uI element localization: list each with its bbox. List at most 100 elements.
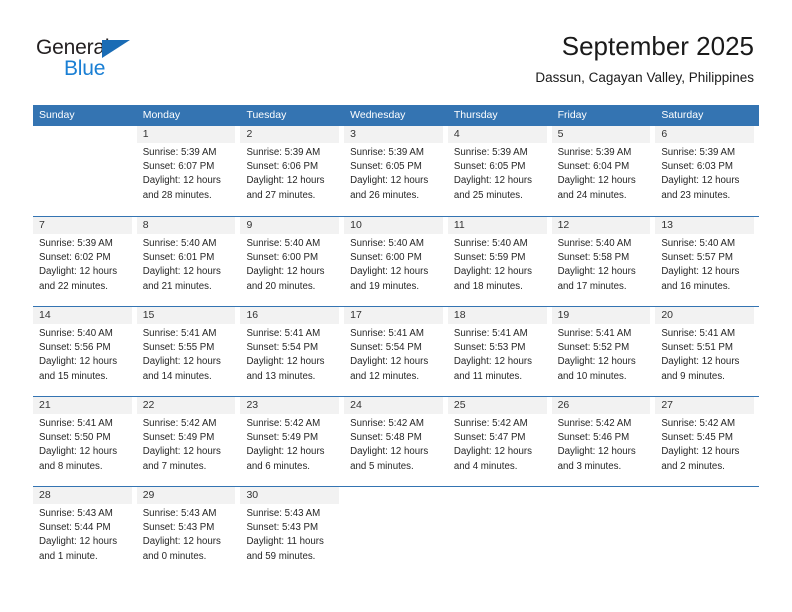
day-detail-line: Sunrise: 5:41 AM (39, 418, 113, 429)
calendar-day-cell[interactable]: 8 Sunrise: 5:40 AM Sunset: 6:01 PM Daylight… (136, 217, 241, 306)
day-number: 16 (240, 307, 340, 324)
day-detail-line: Sunrise: 5:40 AM (350, 238, 424, 249)
day-details: Sunrise: 5:40 AM Sunset: 5:59 PM Daylight:… (448, 234, 547, 294)
weekday-header-tuesday: Tuesday (246, 109, 287, 121)
day-number (33, 126, 132, 143)
day-detail-line: Sunset: 5:56 PM (39, 342, 111, 354)
day-detail-line: Sunset: 5:59 PM (453, 252, 526, 264)
day-detail-line: Daylight: 12 hours (142, 446, 221, 458)
calendar-week-row: 14 Sunrise: 5:40 AM Sunset: 5:56 PM Dayligh… (33, 306, 759, 396)
day-detail-line: Sunrise: 5:40 AM (661, 238, 736, 249)
day-details: Sunrise: 5:41 AM Sunset: 5:52 PM Daylight:… (552, 324, 651, 384)
calendar-day-cell[interactable]: 17 Sunrise: 5:41 AM Sunset: 5:54 PM Dayligh… (344, 307, 448, 396)
day-detail-line: Sunrise: 5:42 AM (350, 418, 424, 429)
calendar-day-cell[interactable]: 12 Sunrise: 5:40 AM Sunset: 5:58 PM Dayligh… (551, 217, 656, 306)
day-number: 4 (447, 126, 547, 143)
day-detail-line: Sunset: 5:44 PM (39, 522, 111, 534)
day-details: Sunrise: 5:40 AM Sunset: 6:00 PM Daylight:… (240, 234, 339, 294)
calendar-grid: Sunday Monday Tuesday Wednesday Thursday Frid… (33, 105, 759, 576)
day-detail-line: and 16 minutes. (661, 280, 731, 292)
day-details: Sunrise: 5:41 AM Sunset: 5:51 PM Daylight:… (655, 324, 754, 384)
calendar-day-cell[interactable]: 2 Sunrise: 5:39 AM Sunset: 6:06 PM Daylight… (240, 126, 344, 216)
day-detail-line: Sunset: 5:57 PM (661, 252, 733, 264)
calendar-day-cell[interactable]: 23 Sunrise: 5:42 AM Sunset: 5:49 PM Dayligh… (240, 397, 344, 486)
day-details: Sunrise: 5:42 AM Sunset: 5:47 PM Daylight:… (448, 414, 547, 474)
calendar-day-cell[interactable]: 6 Sunrise: 5:39 AM Sunset: 6:03 PM Daylight… (655, 126, 759, 216)
calendar-day-cell[interactable]: 11 Sunrise: 5:40 AM Sunset: 5:59 PM Dayligh… (447, 217, 552, 306)
calendar-day-cell[interactable]: 30 Sunrise: 5:43 AM Sunset: 5:43 PM Dayligh… (240, 487, 344, 576)
day-detail-line: and 14 minutes. (142, 370, 212, 382)
day-details: Sunrise: 5:41 AM Sunset: 5:50 PM Daylight:… (33, 414, 132, 474)
day-detail-line: and 28 minutes. (142, 189, 212, 201)
day-detail-line: and 59 minutes. (246, 550, 316, 562)
calendar-day-cell[interactable]: 27 Sunrise: 5:42 AM Sunset: 5:45 PM Dayligh… (655, 397, 759, 486)
day-detail-line: Sunset: 5:53 PM (453, 342, 526, 354)
calendar-day-cell[interactable]: 10 Sunrise: 5:40 AM Sunset: 6:00 PM Dayligh… (344, 217, 448, 306)
calendar-day-cell[interactable]: 5 Sunrise: 5:39 AM Sunset: 6:04 PM Daylight… (551, 126, 656, 216)
calendar-day-cell[interactable]: 25 Sunrise: 5:42 AM Sunset: 5:47 PM Dayligh… (447, 397, 552, 486)
day-detail-line: Daylight: 12 hours (557, 356, 636, 368)
calendar-day-cell[interactable]: 26 Sunrise: 5:42 AM Sunset: 5:46 PM Dayligh… (551, 397, 656, 486)
day-detail-line: and 5 minutes. (350, 460, 414, 472)
day-details: Sunrise: 5:42 AM Sunset: 5:46 PM Daylight:… (552, 414, 651, 474)
weekday-header-row: Sunday Monday Tuesday Wednesday Thursday Frid… (33, 105, 759, 126)
day-details (33, 143, 132, 146)
day-details: Sunrise: 5:43 AM Sunset: 5:43 PM Daylight:… (240, 504, 339, 564)
calendar-day-cell[interactable]: 9 Sunrise: 5:40 AM Sunset: 6:00 PM Daylight… (240, 217, 344, 306)
calendar-day-cell[interactable]: 29 Sunrise: 5:43 AM Sunset: 5:43 PM Dayligh… (136, 487, 241, 576)
calendar-day-cell[interactable]: 16 Sunrise: 5:41 AM Sunset: 5:54 PM Dayligh… (240, 307, 344, 396)
day-detail-line: Daylight: 12 hours (246, 446, 325, 458)
day-detail-line: Sunrise: 5:40 AM (142, 238, 217, 249)
calendar-day-cell[interactable]: 1 Sunrise: 5:39 AM Sunset: 6:07 PM Daylight… (136, 126, 241, 216)
calendar-week-row: 21 Sunrise: 5:41 AM Sunset: 5:50 PM Dayligh… (33, 396, 759, 486)
calendar-day-cell[interactable]: 15 Sunrise: 5:41 AM Sunset: 5:55 PM Dayligh… (136, 307, 241, 396)
day-details: Sunrise: 5:42 AM Sunset: 5:49 PM Daylight:… (240, 414, 339, 474)
day-detail-line: Sunrise: 5:43 AM (246, 508, 321, 519)
calendar-day-cell[interactable]: 22 Sunrise: 5:42 AM Sunset: 5:49 PM Dayligh… (136, 397, 241, 486)
calendar-day-cell[interactable]: 28 Sunrise: 5:43 AM Sunset: 5:44 PM Dayligh… (33, 487, 137, 576)
day-detail-line: Sunrise: 5:39 AM (246, 147, 321, 158)
day-detail-line: and 1 minute. (39, 550, 98, 562)
day-number: 17 (344, 307, 443, 324)
weekday-header-monday: Monday (142, 109, 181, 121)
day-number: 1 (136, 126, 236, 143)
day-details: Sunrise: 5:40 AM Sunset: 5:56 PM Daylight:… (33, 324, 132, 384)
day-detail-line: Sunset: 5:46 PM (557, 432, 630, 444)
day-detail-line: Daylight: 12 hours (142, 536, 221, 548)
calendar-day-cell[interactable]: 4 Sunrise: 5:39 AM Sunset: 6:05 PM Daylight… (447, 126, 552, 216)
generalblue-logo[interactable]: General Blue (36, 36, 156, 82)
calendar-day-cell[interactable]: 24 Sunrise: 5:42 AM Sunset: 5:48 PM Dayligh… (344, 397, 448, 486)
calendar-day-cell-empty (552, 487, 656, 576)
day-number (344, 487, 443, 504)
calendar-day-cell[interactable]: 3 Sunrise: 5:39 AM Sunset: 6:05 PM Daylight… (344, 126, 448, 216)
day-number: 23 (240, 397, 340, 414)
day-detail-line: and 15 minutes. (39, 370, 108, 382)
day-detail-line: Daylight: 11 hours (246, 536, 324, 548)
day-details: Sunrise: 5:43 AM Sunset: 5:44 PM Daylight:… (33, 504, 132, 564)
calendar-day-cell[interactable]: 20 Sunrise: 5:41 AM Sunset: 5:51 PM Dayligh… (655, 307, 759, 396)
calendar-day-cell[interactable]: 18 Sunrise: 5:41 AM Sunset: 5:53 PM Dayligh… (447, 307, 552, 396)
day-detail-line: Daylight: 12 hours (661, 446, 740, 458)
calendar-day-cell[interactable]: 13 Sunrise: 5:40 AM Sunset: 5:57 PM Dayligh… (655, 217, 759, 306)
day-details: Sunrise: 5:39 AM Sunset: 6:07 PM Daylight:… (137, 143, 236, 203)
day-number (552, 487, 651, 504)
day-detail-line: Sunrise: 5:41 AM (246, 328, 321, 339)
page-header: General Blue September 2025 Dassun, Caga… (0, 0, 792, 100)
day-detail-line: Daylight: 12 hours (661, 266, 740, 278)
day-number: 10 (344, 217, 443, 234)
calendar-day-cell[interactable]: 19 Sunrise: 5:41 AM Sunset: 5:52 PM Dayligh… (551, 307, 656, 396)
calendar-day-cell[interactable]: 14 Sunrise: 5:40 AM Sunset: 5:56 PM Dayligh… (33, 307, 137, 396)
day-detail-line: Sunrise: 5:40 AM (39, 328, 113, 339)
day-number: 15 (136, 307, 236, 324)
day-detail-line: Daylight: 12 hours (661, 356, 740, 368)
day-details: Sunrise: 5:39 AM Sunset: 6:05 PM Daylight:… (344, 143, 443, 203)
day-detail-line: Daylight: 12 hours (453, 266, 532, 278)
page-title: September 2025 (561, 31, 754, 61)
day-detail-line: Daylight: 12 hours (246, 356, 325, 368)
day-detail-line: Daylight: 12 hours (39, 266, 118, 278)
day-detail-line: Sunset: 5:49 PM (246, 432, 319, 444)
calendar-day-cell[interactable]: 21 Sunrise: 5:41 AM Sunset: 5:50 PM Dayligh… (33, 397, 137, 486)
calendar-day-cell[interactable]: 7 Sunrise: 5:39 AM Sunset: 6:02 PM Daylight… (33, 217, 137, 306)
day-detail-line: Sunset: 5:52 PM (557, 342, 630, 354)
day-number: 28 (33, 487, 132, 504)
